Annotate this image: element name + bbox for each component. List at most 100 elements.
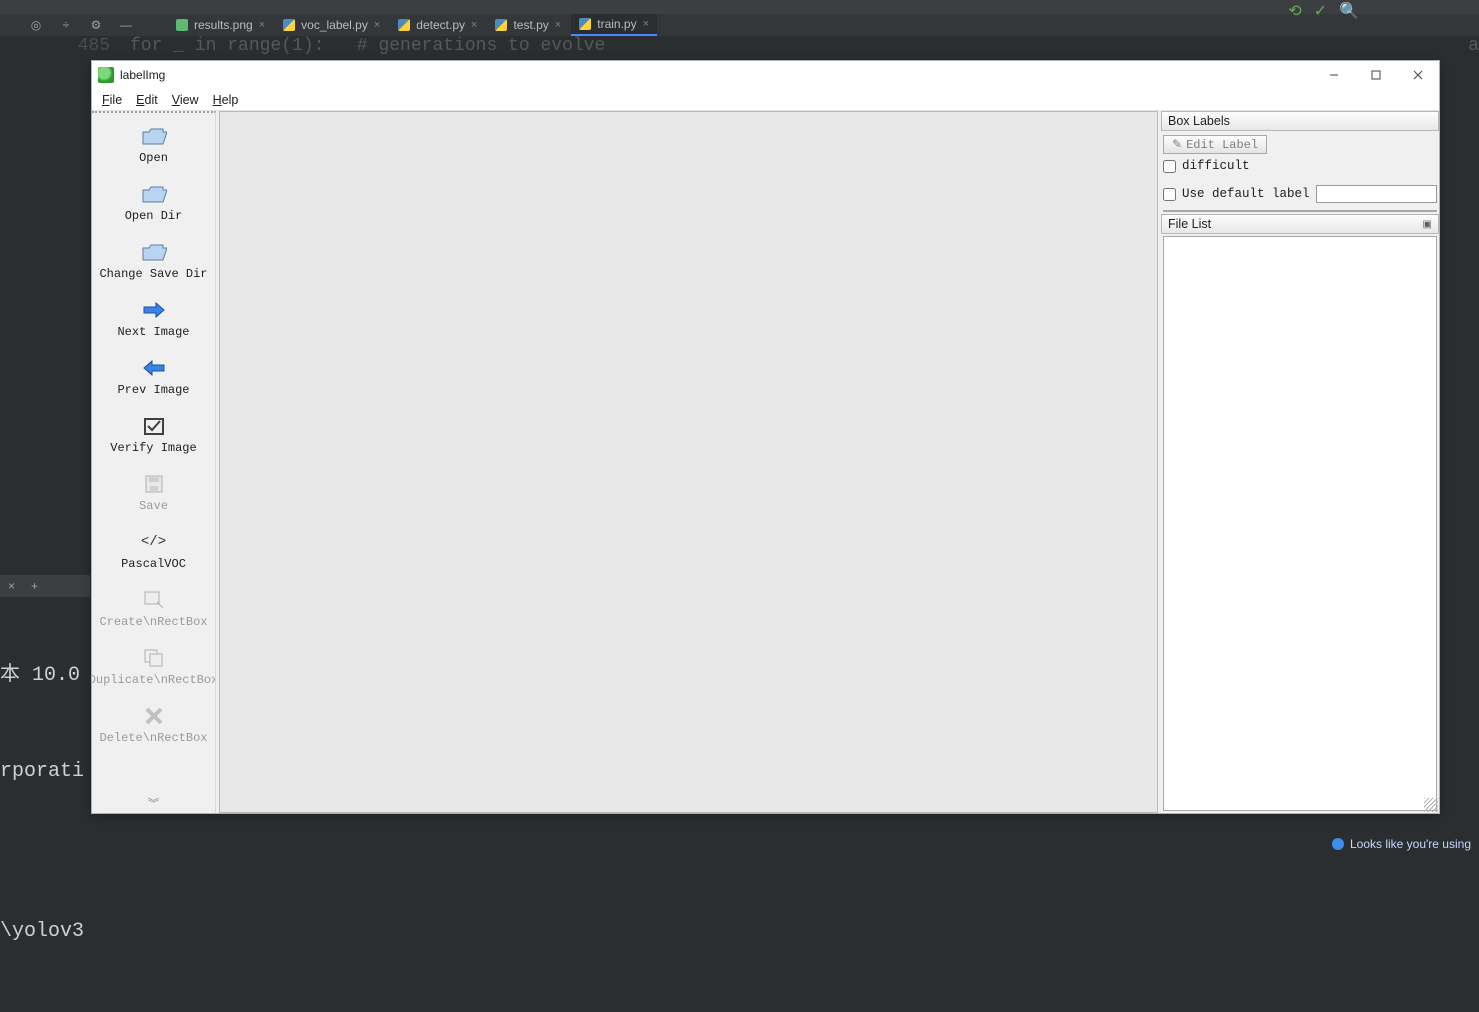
default-label-input[interactable] bbox=[1316, 185, 1437, 203]
tab-train-py[interactable]: train.py × bbox=[571, 14, 657, 36]
close-icon[interactable]: × bbox=[259, 19, 265, 31]
terminal-output: 本 10.0 rporati \yolov3 bbox=[0, 596, 90, 1012]
verify-check-icon bbox=[141, 415, 167, 437]
terminal-tab-close[interactable]: × bbox=[8, 579, 15, 593]
close-icon[interactable]: × bbox=[555, 19, 561, 31]
edit-label-button: ✎ Edit Label bbox=[1163, 135, 1267, 154]
floppy-save-icon bbox=[141, 473, 167, 495]
verify-image-button[interactable]: Verify Image bbox=[94, 409, 214, 467]
target-icon[interactable]: ◎ bbox=[28, 17, 44, 33]
ide-tab-bar: ◎ ÷ ⚙ — results.png × voc_label.py × detec… bbox=[0, 14, 1479, 36]
tab-detect-py[interactable]: detect.py× bbox=[390, 14, 485, 36]
tab-voc-label-py[interactable]: voc_label.py × bbox=[275, 14, 388, 36]
python-file-icon bbox=[398, 19, 410, 31]
tab-label: test.py bbox=[513, 18, 548, 32]
tab-test-py[interactable]: test.py × bbox=[487, 14, 569, 36]
window-resize-handle[interactable] bbox=[1424, 798, 1438, 812]
open-dir-button[interactable]: Open Dir bbox=[94, 177, 214, 235]
menu-help[interactable]: HelpHelp bbox=[213, 93, 239, 107]
create-rectbox-button: Create\nRectBox bbox=[94, 583, 214, 641]
gear-icon[interactable]: ⚙ bbox=[88, 17, 104, 33]
folder-open-icon bbox=[141, 241, 167, 263]
prev-image-label: Prev Image bbox=[117, 383, 189, 397]
next-image-button[interactable]: Next Image bbox=[94, 293, 214, 351]
next-image-label: Next Image bbox=[117, 325, 189, 339]
arrow-right-icon bbox=[141, 299, 167, 321]
divide-icon[interactable]: ÷ bbox=[58, 17, 74, 33]
terminal-new-tab[interactable]: + bbox=[31, 579, 38, 593]
prev-image-button[interactable]: Prev Image bbox=[94, 351, 214, 409]
close-icon[interactable]: × bbox=[374, 19, 380, 31]
duplicate-rectbox-label: Duplicate\nRectBox bbox=[92, 673, 216, 687]
undock-icon[interactable]: ▣ bbox=[1423, 219, 1432, 230]
vcs-update-icon[interactable]: ⟲ bbox=[1288, 1, 1301, 21]
delete-x-icon bbox=[141, 705, 167, 727]
ide-toolbar-strip bbox=[0, 0, 1479, 14]
open-button[interactable]: Open bbox=[94, 119, 214, 177]
labelimg-app-icon bbox=[98, 67, 114, 83]
window-title: labelImg bbox=[120, 68, 165, 82]
minus-icon[interactable]: — bbox=[118, 17, 134, 33]
rect-duplicate-icon bbox=[141, 647, 167, 669]
open-dir-label: Open Dir bbox=[125, 209, 183, 223]
verify-image-label: Verify Image bbox=[110, 441, 196, 455]
ide-status-bar-hint[interactable]: Looks like you're using bbox=[1324, 834, 1479, 854]
pencil-icon: ✎ bbox=[1172, 137, 1182, 152]
close-icon[interactable]: × bbox=[643, 18, 649, 30]
save-button: Save bbox=[94, 467, 214, 525]
labelimg-window: labelImg FFileile EditEdit ViewView Help… bbox=[91, 60, 1440, 814]
left-toolbar: Open Open Dir Change Save Dir Next Image… bbox=[92, 111, 216, 813]
format-label: PascalVOC bbox=[121, 557, 186, 571]
python-file-icon bbox=[283, 19, 295, 31]
use-default-label-checkbox[interactable] bbox=[1163, 188, 1176, 201]
labels-list[interactable] bbox=[1163, 210, 1437, 212]
editor-gutter: 485 bbox=[0, 36, 130, 56]
image-canvas[interactable] bbox=[219, 111, 1158, 813]
change-save-dir-button[interactable]: Change Save Dir bbox=[94, 235, 214, 293]
arrow-left-icon bbox=[141, 357, 167, 379]
right-panels: Box Labels ✎ Edit Label difficult Use de… bbox=[1161, 111, 1439, 813]
vcs-commit-icon[interactable]: ✓ bbox=[1314, 1, 1327, 21]
delete-rectbox-label: Delete\nRectBox bbox=[99, 731, 207, 745]
difficult-checkbox[interactable] bbox=[1163, 160, 1176, 173]
python-file-icon bbox=[579, 18, 591, 30]
search-icon[interactable]: 🔍 bbox=[1339, 1, 1359, 21]
rect-create-icon bbox=[141, 589, 167, 611]
save-label: Save bbox=[139, 499, 168, 513]
window-maximize-button[interactable] bbox=[1355, 61, 1397, 89]
menu-bar: FFileile EditEdit ViewView HelpHelp bbox=[92, 89, 1439, 111]
create-rectbox-label: Create\nRectBox bbox=[99, 615, 207, 629]
menu-file[interactable]: FFileile bbox=[102, 93, 122, 107]
format-toggle-button[interactable]: </> PascalVOC bbox=[94, 525, 214, 583]
tab-label: train.py bbox=[597, 17, 636, 31]
window-titlebar[interactable]: labelImg bbox=[92, 61, 1439, 89]
terminal-tab-bar: × + bbox=[0, 575, 90, 597]
toolbar-overflow-chevron[interactable]: ︾ bbox=[148, 793, 159, 813]
tab-label: voc_label.py bbox=[301, 18, 368, 32]
file-list-panel-title[interactable]: File List ▣ bbox=[1161, 214, 1439, 234]
difficult-checkbox-row[interactable]: difficult bbox=[1163, 156, 1437, 176]
tab-results-png[interactable]: results.png × bbox=[168, 14, 273, 36]
editor-code-trail: a bbox=[1468, 36, 1479, 56]
xml-tag-icon: </> bbox=[141, 531, 167, 553]
menu-edit[interactable]: EditEdit bbox=[136, 93, 158, 107]
window-minimize-button[interactable] bbox=[1313, 61, 1355, 89]
menu-view[interactable]: ViewView bbox=[172, 93, 199, 107]
close-icon[interactable]: × bbox=[471, 19, 477, 31]
image-file-icon bbox=[176, 19, 188, 31]
folder-open-icon bbox=[141, 183, 167, 205]
use-default-label-text: Use default label bbox=[1182, 187, 1310, 201]
ide-top-right-controls: ⟲ ✓ 🔍 bbox=[1288, 0, 1359, 21]
lightbulb-icon bbox=[1332, 838, 1344, 850]
file-list[interactable] bbox=[1163, 236, 1437, 811]
box-labels-panel-title[interactable]: Box Labels bbox=[1161, 111, 1439, 131]
delete-rectbox-button: Delete\nRectBox bbox=[94, 699, 214, 757]
open-label: Open bbox=[139, 151, 168, 165]
folder-open-icon bbox=[141, 125, 167, 147]
editor-code-line: for _ in range(1): # generations to evol… bbox=[130, 36, 1479, 56]
window-close-button[interactable] bbox=[1397, 61, 1439, 89]
tab-label: results.png bbox=[194, 18, 253, 32]
python-file-icon bbox=[495, 19, 507, 31]
change-save-dir-label: Change Save Dir bbox=[99, 267, 207, 281]
default-label-row[interactable]: Use default label bbox=[1163, 182, 1437, 206]
